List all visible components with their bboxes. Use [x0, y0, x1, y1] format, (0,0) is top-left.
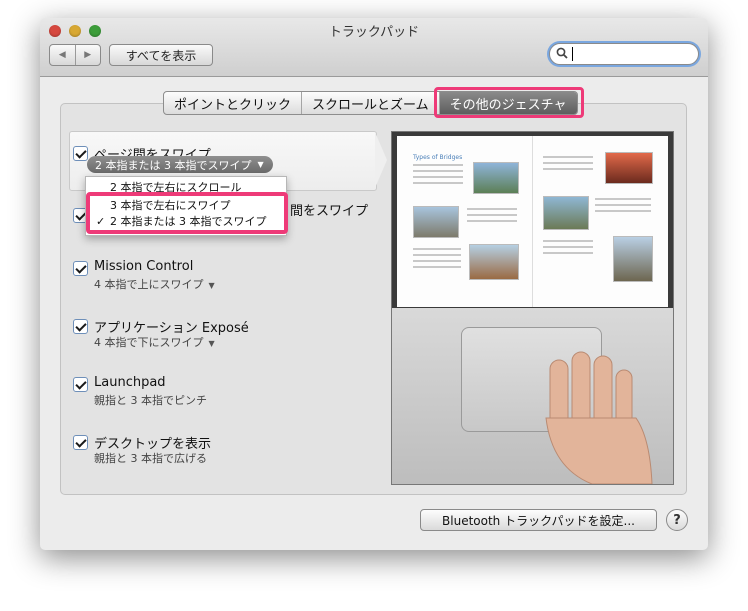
book-heading: Types of Bridges — [413, 154, 463, 161]
dropdown-arrow-icon: ▼ — [208, 339, 215, 348]
text-line — [413, 170, 463, 172]
search-icon — [556, 47, 568, 59]
text-line — [413, 254, 461, 256]
mission-control-checkbox[interactable] — [73, 261, 88, 276]
hand-illustration — [545, 351, 653, 484]
back-button[interactable]: ◀ — [50, 45, 76, 65]
text-line — [467, 220, 517, 222]
bridge-photo — [605, 152, 653, 184]
window-title: トラックパッド — [328, 25, 420, 40]
gesture-title-partial: 間をスワイプ — [290, 204, 369, 219]
text-line — [543, 162, 593, 164]
text-line — [467, 208, 517, 210]
text-line — [413, 176, 463, 178]
text-line — [413, 266, 461, 268]
text-line — [413, 248, 461, 250]
book-left-page: Types of Bridges — [397, 136, 533, 307]
gesture-description: 親指と 3 本指で広げる — [94, 452, 207, 465]
bridge-photo — [469, 244, 519, 280]
bridge-photo — [413, 206, 459, 238]
bridge-photo — [543, 196, 589, 230]
popup-value: 2 本指または 3 本指でスワイプ — [95, 158, 252, 172]
show-desktop-checkbox[interactable] — [73, 435, 88, 450]
popup-arrow-icon: ▼ — [257, 160, 264, 169]
preview-book-pages: Types of Bridges — [397, 136, 668, 307]
text-line — [595, 204, 651, 206]
text-line — [543, 240, 593, 242]
search-field[interactable] — [549, 43, 699, 65]
app-expose-checkbox[interactable] — [73, 319, 88, 334]
text-line — [543, 246, 593, 248]
text-line — [543, 252, 593, 254]
launchpad-checkbox[interactable] — [73, 377, 88, 392]
menu-highlight-annotation — [86, 192, 288, 234]
gesture-preview-video: Types of Bridges — [391, 131, 674, 485]
bridge-photo — [613, 236, 653, 282]
tab-scroll-and-zoom[interactable]: スクロールとズーム — [302, 92, 440, 114]
tab-point-and-click[interactable]: ポイントとクリック — [164, 92, 303, 114]
gesture-title: Mission Control — [94, 259, 194, 274]
gesture-title: Launchpad — [94, 375, 166, 390]
book-right-page — [533, 136, 668, 307]
bridge-photo — [473, 162, 519, 194]
selection-pointer — [375, 132, 387, 188]
swipe-pages-checkbox[interactable] — [73, 146, 88, 161]
title-bar: トラックパッド ◀ ▶ すべてを表示 — [40, 18, 708, 77]
help-button[interactable]: ? — [666, 509, 688, 531]
text-line — [595, 210, 651, 212]
text-line — [413, 260, 461, 262]
swipe-pages-popup[interactable]: 2 本指または 3 本指でスワイプ ▼ — [87, 156, 273, 173]
forward-button[interactable]: ▶ — [76, 45, 101, 65]
text-line — [543, 168, 593, 170]
dropdown-arrow-icon: ▼ — [208, 281, 215, 290]
preferences-window: トラックパッド ◀ ▶ すべてを表示 ポイントとクリック スクロールとズーム そ… — [40, 18, 708, 550]
text-line — [413, 182, 463, 184]
text-line — [543, 156, 593, 158]
gesture-option[interactable]: 4 本指で上にスワイプ ▼ — [94, 276, 215, 292]
trackpad-demo — [392, 308, 673, 484]
gesture-description: 親指と 3 本指でピンチ — [94, 394, 207, 407]
show-all-button[interactable]: すべてを表示 — [109, 44, 213, 66]
text-line — [467, 214, 517, 216]
gesture-option[interactable]: 4 本指で下にスワイプ ▼ — [94, 334, 215, 350]
text-line — [413, 164, 463, 166]
setup-bluetooth-trackpad-button[interactable]: Bluetooth トラックパッドを設定... — [420, 509, 657, 531]
history-nav: ◀ ▶ — [49, 44, 101, 66]
text-line — [595, 198, 651, 200]
tab-highlight-annotation — [434, 87, 584, 118]
text-caret — [572, 47, 573, 61]
